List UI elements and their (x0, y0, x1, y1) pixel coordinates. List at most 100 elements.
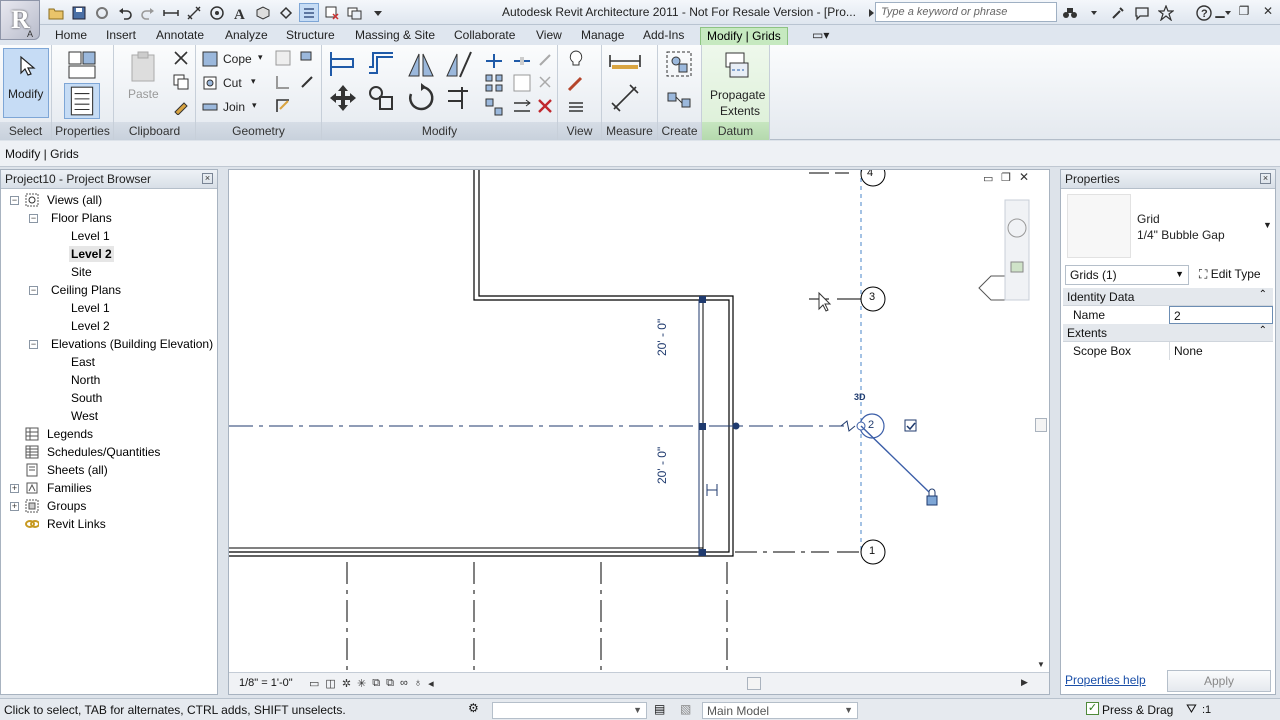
press-drag-checkbox[interactable]: ✓ (1086, 702, 1099, 715)
scroll-down-icon[interactable]: ▼ (1037, 660, 1045, 669)
zoom-icon[interactable] (1010, 261, 1024, 273)
worksets-icon[interactable]: ⚙ (468, 701, 479, 715)
close-icon[interactable]: × (1260, 173, 1271, 184)
rotate-icon[interactable] (406, 83, 436, 113)
edit-type-button[interactable]: ⛶ Edit Type (1195, 265, 1275, 285)
align-icon[interactable] (328, 49, 358, 79)
tab-massing-site[interactable]: Massing & Site (349, 27, 441, 45)
cope-icon[interactable] (202, 51, 218, 67)
collapse-section-icon[interactable]: ⌃ (1259, 289, 1267, 300)
tree-floor-level-1[interactable]: Level 1 (71, 228, 110, 244)
tree-groups[interactable]: Groups (47, 498, 86, 514)
communication-icon[interactable] (1132, 3, 1152, 22)
drawing-area[interactable]: 4 3 2 1 3D 20' - 0" 20' - 0" ▭ ❐ ✕ ▼ 1/8… (228, 169, 1050, 695)
subscription-icon[interactable] (1108, 3, 1128, 22)
cope-dropdown-icon[interactable]: ▾ (258, 52, 263, 63)
offset-grid-icon[interactable] (512, 97, 532, 117)
design-option-select[interactable]: Main Model ▼ (702, 702, 858, 719)
cope-label[interactable]: Cope (223, 52, 252, 66)
shadows-icon[interactable]: ✳ (357, 677, 366, 690)
tree-ceiling-level-2[interactable]: Level 2 (71, 318, 110, 334)
create-similar-icon[interactable] (664, 85, 694, 115)
tree-north[interactable]: North (71, 372, 100, 388)
measure-icon[interactable] (161, 3, 181, 22)
unpin-icon[interactable] (536, 73, 554, 91)
maximize-icon[interactable]: ❐ (1232, 0, 1256, 22)
cut-geometry-label[interactable]: Cut (223, 76, 242, 90)
join-label[interactable]: Join (223, 100, 245, 114)
array-icon[interactable] (484, 73, 504, 93)
crop-view-icon[interactable]: ⧉ (372, 677, 380, 690)
tab-analyze-label[interactable]: Analyze (219, 27, 274, 45)
tree-ceiling-level-1[interactable]: Level 1 (71, 300, 110, 316)
wall-joins-icon[interactable] (274, 73, 292, 91)
create-group-icon[interactable] (664, 49, 694, 79)
close-icon[interactable]: ✕ (1256, 0, 1280, 22)
grid-label-2[interactable]: 2 (868, 419, 874, 431)
offset-icon[interactable] (366, 49, 396, 79)
dimension-text-bottom[interactable]: 20' - 0" (655, 447, 669, 484)
switch-windows-icon[interactable] (345, 3, 365, 22)
aligned-dimension-icon[interactable] (184, 3, 204, 22)
wall-outline[interactable] (229, 170, 734, 557)
tab-modify-grids[interactable]: Modify | Grids (700, 27, 788, 45)
scroll-left-icon[interactable]: ◂ (428, 677, 434, 690)
editable-only-icon[interactable]: ▤ (654, 702, 665, 716)
dimension-grip[interactable] (699, 296, 706, 303)
tab-home[interactable]: Home (49, 27, 93, 45)
design-options-icon[interactable]: ▧ (680, 702, 691, 716)
tree-ceiling-plans[interactable]: Ceiling Plans (51, 282, 121, 298)
paste-icon[interactable] (128, 51, 158, 83)
property-scope-value[interactable]: None (1169, 342, 1273, 360)
tab-add-ins[interactable]: Add-Ins (637, 27, 690, 45)
favorites-icon[interactable] (1156, 3, 1176, 22)
close-hidden-icon[interactable] (322, 3, 342, 22)
expand-icon[interactable]: + (10, 484, 19, 493)
sync-icon[interactable] (92, 3, 112, 22)
scroll-right-icon[interactable]: ▶ (1021, 677, 1028, 688)
move-icon[interactable] (328, 83, 358, 113)
tree-floor-plans[interactable]: Floor Plans (51, 210, 112, 226)
reveal-hidden-icon[interactable]: ♁ (414, 677, 422, 690)
lock-icon[interactable] (926, 495, 938, 506)
collapse-icon[interactable]: − (29, 214, 38, 223)
type-properties-icon[interactable] (66, 49, 98, 81)
apply-button[interactable]: Apply (1167, 670, 1271, 692)
instance-filter-select[interactable]: Grids (1) ▼ (1065, 265, 1189, 285)
tree-revit-links[interactable]: Revit Links (47, 516, 106, 532)
tag-icon[interactable] (207, 3, 227, 22)
section-extents[interactable]: Extents ⌃ (1063, 324, 1273, 342)
tab-structure[interactable]: Structure (280, 27, 341, 45)
cut-dropdown-icon[interactable]: ▾ (251, 76, 256, 87)
tab-insert[interactable]: Insert (100, 27, 142, 45)
aligned-dimension-tool-icon[interactable] (610, 83, 640, 113)
tree-east[interactable]: East (71, 354, 95, 370)
visual-style-icon[interactable]: ◫ (325, 677, 335, 690)
open-icon[interactable] (46, 3, 66, 22)
collapse-section-icon[interactable]: ⌃ (1259, 325, 1267, 336)
pin-icon[interactable] (536, 51, 554, 69)
properties-palette-icon[interactable] (64, 83, 100, 119)
linework-icon[interactable] (566, 73, 586, 93)
horizontal-scrollbar-thumb[interactable] (747, 677, 761, 690)
override-graphics-icon[interactable] (566, 49, 586, 69)
propagate-extents-button[interactable]: Propagate Extents (704, 48, 768, 118)
grid-end-grip[interactable] (732, 422, 740, 430)
hide-in-view-icon[interactable] (566, 97, 586, 117)
tree-views-all[interactable]: Views (all) (47, 192, 102, 208)
show-crop-icon[interactable]: ⧉ (386, 677, 394, 690)
tree-schedules[interactable]: Schedules/Quantities (47, 444, 160, 460)
temp-hide-icon[interactable]: ∞ (400, 677, 408, 690)
floor-plan-canvas[interactable] (229, 170, 1049, 672)
tree-families[interactable]: Families (47, 480, 92, 496)
dimension-text-grip[interactable] (706, 484, 718, 496)
detail-level-icon[interactable]: ▭ (309, 677, 319, 690)
vertical-scrollbar-thumb[interactable] (1035, 418, 1047, 432)
tree-legends[interactable]: Legends (47, 426, 93, 442)
view-scale[interactable]: 1/8" = 1'-0" (239, 677, 293, 689)
view-restore-icon[interactable]: ❐ (1001, 171, 1011, 184)
section-icon[interactable] (276, 3, 296, 22)
join-icon[interactable] (202, 99, 218, 115)
save-icon[interactable] (69, 3, 89, 22)
tab-view[interactable]: View (530, 27, 568, 45)
